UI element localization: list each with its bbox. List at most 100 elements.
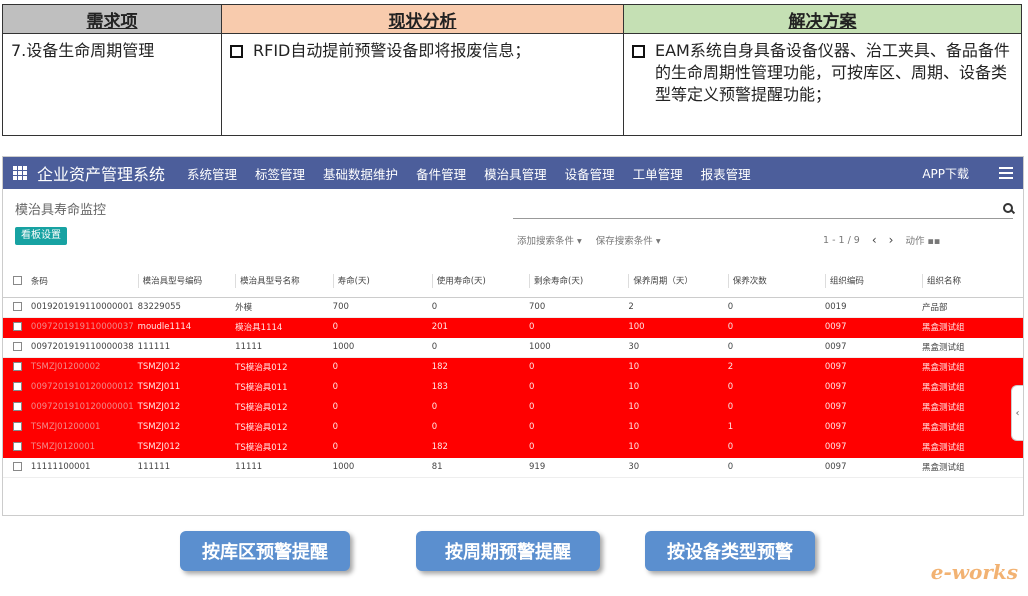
column-header[interactable]: 剩余寿命(天) [525,265,625,298]
row-checkbox[interactable] [13,362,22,371]
save-filter-dropdown[interactable]: 保存搜索条件 ▾ [596,233,661,247]
table-row[interactable]: 0097201919110000038 111111 11111 1000 0 1000 3… [3,337,1023,358]
row-checkbox[interactable] [13,462,22,471]
row-checkbox[interactable] [13,402,22,411]
table-row[interactable]: 0097201910120000012 TSMZJ011 TS模治具011 0 183 0… [3,377,1023,398]
apps-grid-icon[interactable] [13,166,27,180]
table-cell: 0 [723,337,821,358]
column-header[interactable]: 组织编码 [820,265,918,298]
table-cell: 111111 [133,457,232,478]
table-cell: 0 [723,317,821,338]
table-cell: 2 [723,357,821,378]
pager: 1 - 1 / 9 ‹ › 动作 ▪▪ [823,233,940,247]
table-cell: 0 [328,397,428,418]
menu-icon[interactable] [999,167,1013,179]
search-icon[interactable] [1003,203,1013,213]
table-cell: 10 [624,357,724,378]
search-input[interactable] [513,199,1013,219]
app-download-link[interactable]: APP下载 [922,165,969,182]
side-panel-toggle[interactable]: ‹ [1011,385,1023,441]
square-bullet-icon [632,45,645,58]
row-checkbox[interactable] [13,342,22,351]
header-analysis: 现状分析 [222,5,624,33]
next-page-icon[interactable]: › [889,233,894,247]
table-cell: TSMZJ011 [133,377,232,398]
table-row[interactable]: TSMZJ01200002 TSMZJ012 TS模治具012 0 182 0 10 2 009… [3,357,1023,378]
prev-page-icon[interactable]: ‹ [872,233,877,247]
action-dropdown[interactable]: 动作 ▪▪ [905,233,940,247]
table-cell: 30 [624,337,724,358]
warn-by-type-button[interactable]: 按设备类型预警 [645,531,815,571]
table-cell: TSMZJ01200002 [26,357,134,378]
table-cell: TSMZJ012 [133,437,232,458]
row-checkbox[interactable] [13,422,22,431]
table-cell: 0097201919110000037 [26,317,134,338]
table-cell: TSMZJ012 [133,357,232,378]
table-row[interactable]: 11111100001 111111 11111 1000 81 919 30 0 0097 黑盒… [3,457,1023,478]
table-cell: 0 [328,357,428,378]
nav-item-basic-data[interactable]: 基础数据维护 [323,164,398,183]
table-row[interactable]: TSMZJ0120001 TSMZJ012 TS模治具012 0 182 0 10 0 0097… [3,437,1023,458]
table-row[interactable]: 0097201910120000001 TSMZJ012 TS模治具012 0 0 0 10… [3,397,1023,418]
table-cell: 11111 [231,457,329,478]
table-cell: 2 [624,297,724,318]
kanban-settings-button[interactable]: 看板设置 [15,227,67,245]
column-header[interactable]: 组织名称 [917,265,1023,298]
add-filter-dropdown[interactable]: 添加搜索条件 ▾ [517,233,582,247]
table-cell: TSMZJ01200001 [26,417,134,438]
nav-item-work-orders[interactable]: 工单管理 [633,164,683,183]
table-cell: 0 [525,317,625,338]
nav-item-system[interactable]: 系统管理 [187,164,237,183]
nav-item-equipment[interactable]: 设备管理 [565,164,615,183]
column-header[interactable]: 模治具型号名称 [231,265,329,298]
requirement-table-body: 7.设备生命周期管理 RFID自动提前预警设备即将报废信息； EAM系统自身具备… [3,34,1021,135]
table-cell: 0 [723,297,821,318]
row-checkbox[interactable] [13,442,22,451]
table-cell: 10 [624,437,724,458]
analysis-text: RFID自动提前预警设备即将报废信息； [253,41,531,60]
row-checkbox[interactable] [13,322,22,331]
requirement-table: 需求项 现状分析 解决方案 7.设备生命周期管理 RFID自动提前预警设备即将报… [2,4,1022,136]
row-checkbox[interactable] [13,382,22,391]
table-cell: 0 [723,437,821,458]
table-cell: 0 [525,357,625,378]
warn-by-area-button[interactable]: 按库区预警提醒 [180,531,350,571]
table-cell: 0 [427,337,526,358]
column-header[interactable]: 寿命(天) [328,265,428,298]
table-cell: 0 [525,397,625,418]
solution-cell: EAM系统自身具备设备仪器、治工夹具、备品备件的生命周期性管理功能，可按库区、周… [624,34,1021,135]
column-header[interactable]: 保养次数 [723,265,821,298]
column-header[interactable]: 条码 [26,265,134,298]
table-cell: 111111 [133,337,232,358]
table-cell: 0 [427,397,526,418]
analysis-cell: RFID自动提前预警设备即将报废信息； [222,34,624,135]
nav-item-tags[interactable]: 标签管理 [255,164,305,183]
warn-by-cycle-button[interactable]: 按周期预警提醒 [416,531,600,571]
nav-item-spare-parts[interactable]: 备件管理 [416,164,466,183]
table-cell: 0 [525,377,625,398]
nav-item-molds[interactable]: 模治具管理 [484,164,547,183]
table-cell: 182 [427,357,526,378]
table-row[interactable]: TSMZJ01200001 TSMZJ012 TS模治具012 0 0 0 10 1 0097 黑… [3,417,1023,438]
chevron-left-icon: ‹ [1015,407,1020,419]
solution-text: EAM系统自身具备设备仪器、治工夹具、备品备件的生命周期性管理功能，可按库区、周… [655,41,1010,104]
table-cell: TS模治具011 [231,377,329,398]
column-header[interactable]: 使用寿命(天) [427,265,526,298]
row-checkbox[interactable] [13,302,22,311]
table-cell: 81 [427,457,526,478]
table-cell: 182 [427,437,526,458]
table-cell: 模治具1114 [231,317,329,338]
nav-item-reports[interactable]: 报表管理 [701,164,751,183]
column-header[interactable]: 模治具型号编码 [133,265,232,298]
table-cell: 0 [723,377,821,398]
header-solution: 解决方案 [624,5,1021,33]
table-row[interactable]: 0097201919110000037 moudle1114 模治具1114 0 201… [3,317,1023,338]
column-header[interactable]: 保养周期（天） [624,265,724,298]
square-bullet-icon [230,45,243,58]
eam-app-window: 企业资产管理系统 系统管理 标签管理 基础数据维护 备件管理 模治具管理 设备管… [2,156,1024,516]
table-cell: 0097 [820,337,918,358]
table-cell: 黑盒测试组 [917,457,1023,478]
select-all-checkbox[interactable] [13,275,22,285]
table-row[interactable]: 0019201919110000001 83229055 外模 700 0 700 2 0 00… [3,297,1023,318]
table-cell: 1 [723,417,821,438]
